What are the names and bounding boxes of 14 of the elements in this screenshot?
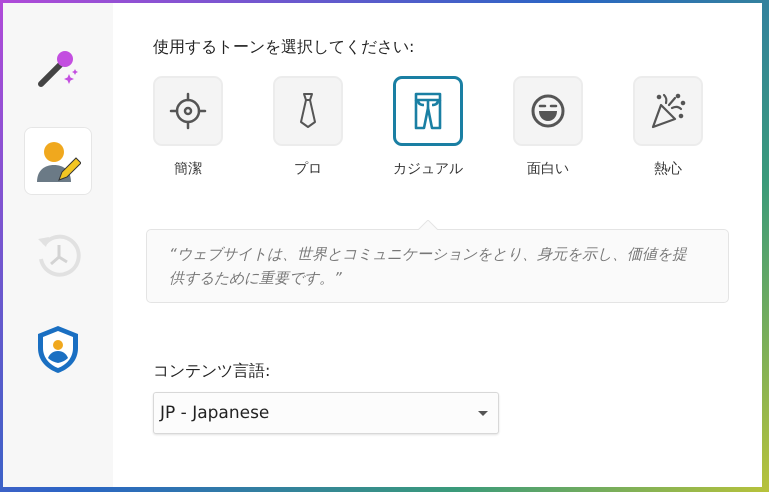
target-icon [168, 91, 208, 131]
tone-option[interactable]: 簡潔 [153, 76, 223, 178]
tone-option[interactable]: 面白い [513, 76, 583, 178]
sample-text: “ウェブサイトは、世界とコミュニケーションをとり、身元を示し、価値を提供するために重要です。” [169, 245, 687, 287]
pants-icon [412, 91, 444, 131]
caret-icon [478, 410, 488, 416]
language-dropdown[interactable]: JP - Japanese [153, 392, 499, 434]
shield-user-icon [35, 324, 81, 374]
language-label: コンテンツ言語: [153, 361, 272, 382]
tone-option[interactable]: カジュアル [393, 76, 463, 178]
tone-option[interactable]: プロ [273, 76, 343, 178]
sidebar-item[interactable] [24, 127, 92, 195]
tone-prompt: 使用するトーンを選択してください: [153, 37, 416, 58]
tone-option[interactable]: 熱心 [633, 76, 703, 178]
